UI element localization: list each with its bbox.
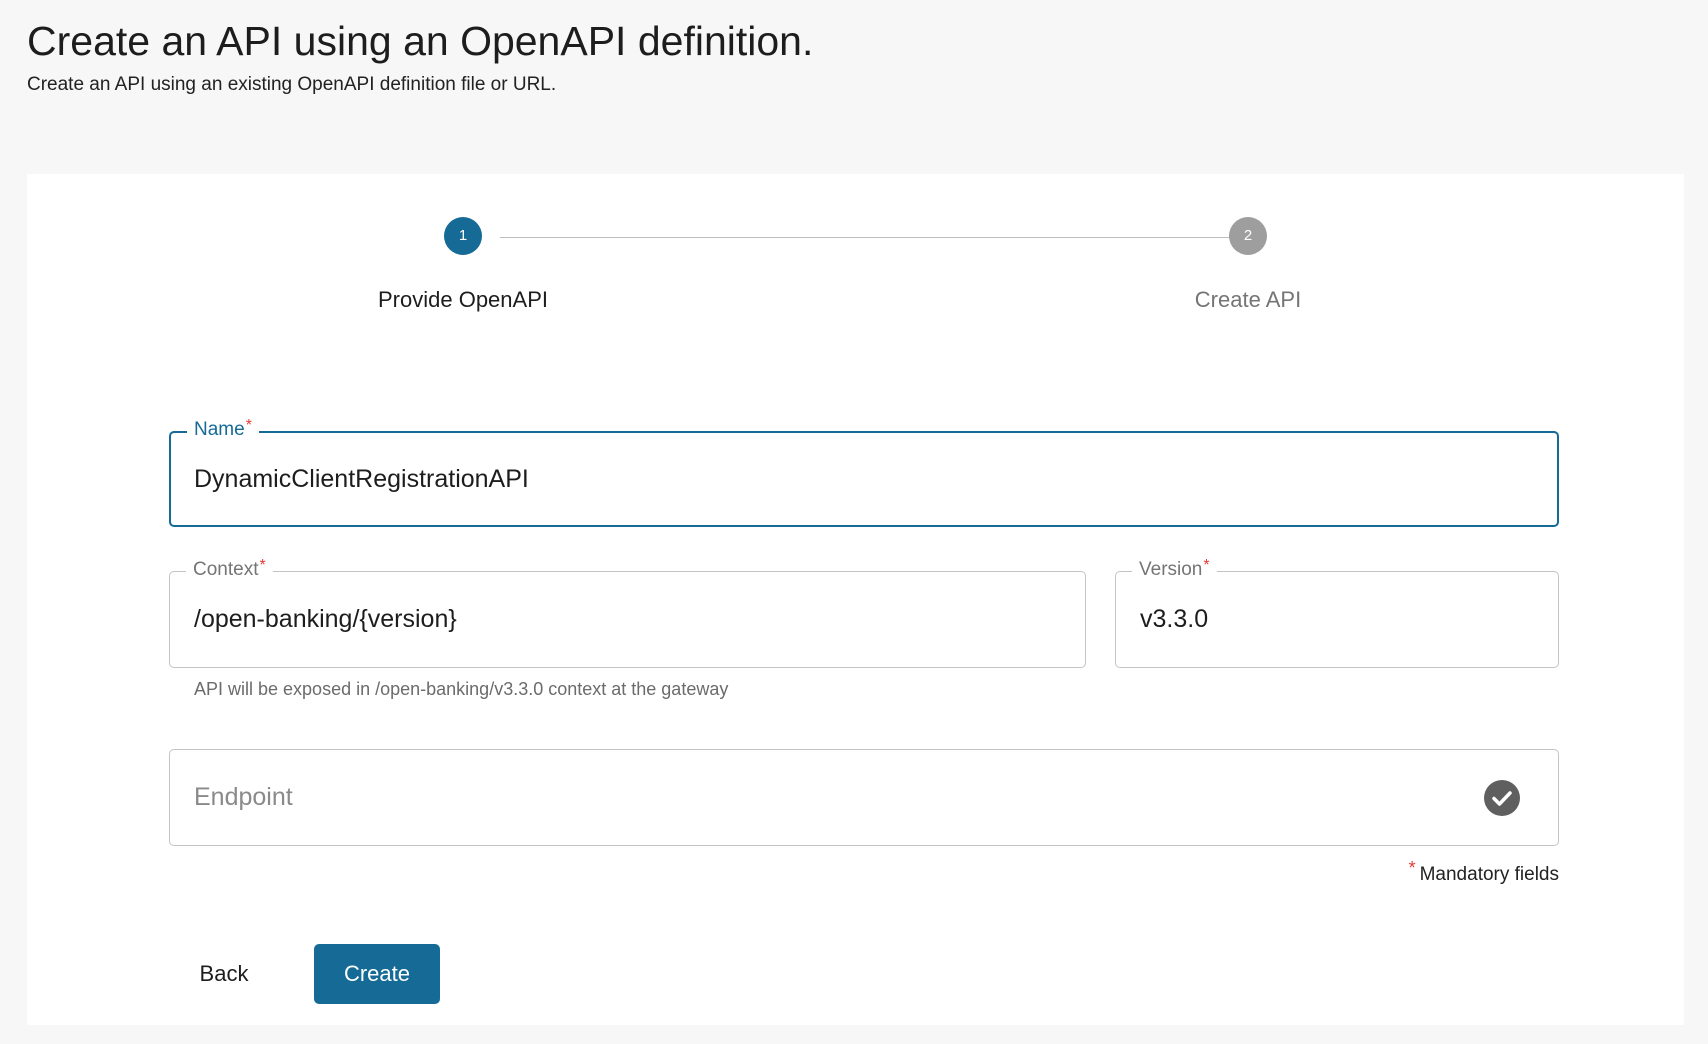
step-1-indicator: 1 — [444, 217, 482, 255]
version-input[interactable]: v3.3.0 — [1140, 572, 1208, 667]
name-field[interactable]: Name* DynamicClientRegistrationAPI — [169, 417, 1559, 527]
stepper: 1 2 Provide OpenAPI Create API — [27, 174, 1684, 334]
back-button[interactable]: Back — [169, 944, 279, 1004]
step-1-label: Provide OpenAPI — [378, 287, 548, 312]
name-input[interactable]: DynamicClientRegistrationAPI — [194, 433, 529, 525]
context-field[interactable]: Context* /open-banking/{version} — [169, 557, 1086, 668]
version-field[interactable]: Version* v3.3.0 — [1115, 557, 1559, 668]
page-title: Create an API using an OpenAPI definitio… — [27, 18, 814, 64]
mandatory-fields-note: * Mandatory fields — [1408, 858, 1559, 885]
endpoint-input[interactable]: Endpoint — [194, 750, 293, 845]
endpoint-field[interactable]: Endpoint — [169, 749, 1559, 846]
required-asterisk: * — [1408, 858, 1416, 878]
stepper-connector — [500, 237, 1240, 238]
context-input[interactable]: /open-banking/{version} — [194, 572, 457, 667]
form-card: 1 2 Provide OpenAPI Create API Name* Dyn… — [27, 174, 1684, 1025]
check-circle-icon — [1484, 780, 1520, 816]
context-helper-text: API will be exposed in /open-banking/v3.… — [194, 679, 729, 699]
create-button[interactable]: Create — [314, 944, 440, 1004]
required-asterisk: * — [245, 417, 252, 434]
step-2-indicator: 2 — [1229, 217, 1267, 255]
step-2-label: Create API — [1194, 287, 1302, 312]
page-subtitle: Create an API using an existing OpenAPI … — [27, 74, 557, 95]
